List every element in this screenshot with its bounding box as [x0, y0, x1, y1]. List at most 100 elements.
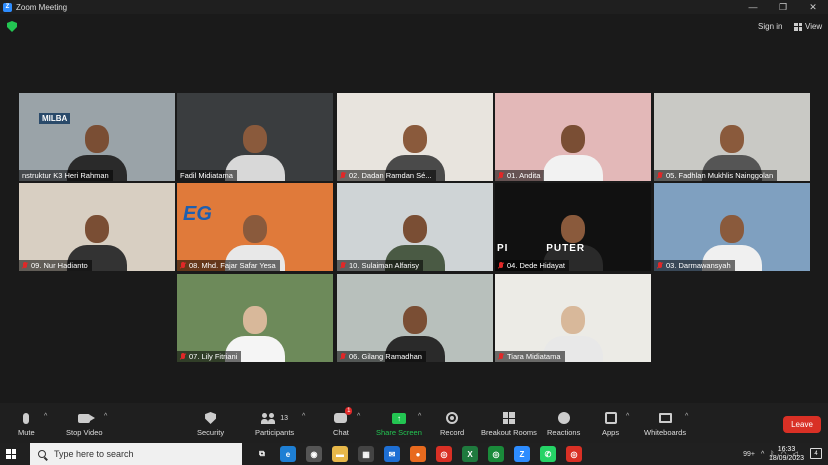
participant-video-tile[interactable]: EG 08. Mhd. Fajar Safar Yesa — [177, 183, 333, 271]
participant-video-tile[interactable]: Tiara Midiatama — [495, 274, 651, 362]
mic-muted-icon — [340, 262, 346, 269]
audio-options-caret[interactable]: ^ — [44, 413, 47, 420]
maximize-button[interactable]: ❐ — [768, 2, 798, 13]
participant-name: 10. Sulaiman Alfarisy — [349, 261, 420, 270]
mic-muted-icon — [340, 353, 346, 360]
apps-options-caret[interactable]: ^ — [626, 413, 629, 420]
taskbar-clock[interactable]: 16:33 18/09/2023 — [769, 445, 804, 463]
security-button[interactable]: Security — [197, 411, 224, 437]
clock-time: 16:33 — [777, 446, 796, 453]
participant-name: 06. Gilang Ramadhan — [349, 352, 422, 361]
meeting-toolbar: Mute ^ Stop Video ^ Security 13 Particip… — [0, 403, 828, 443]
encryption-shield-icon[interactable] — [7, 21, 17, 32]
participant-video-tile[interactable]: 10. Sulaiman Alfarisy — [337, 183, 493, 271]
mute-button[interactable]: Mute — [18, 411, 35, 437]
grid-view-icon — [794, 22, 802, 31]
record-icon — [446, 412, 459, 424]
mail-icon[interactable]: ✉ — [384, 446, 400, 462]
participant-video-tile[interactable]: 07. Lily Fitriani — [177, 274, 333, 362]
background-logo: MILBA — [39, 113, 71, 124]
zoom-icon[interactable]: Z — [514, 446, 530, 462]
windows-taskbar: Type here to search ⧉ e ◉ ▬ ▦ ✉ ● ◎ X ◎ Z ✆ ◎ 99+ ^ … — [0, 443, 828, 465]
clock-date: 18/09/2023 — [768, 455, 804, 462]
edge-icon[interactable]: e — [280, 446, 296, 462]
minimize-button[interactable]: — — [738, 2, 768, 12]
mic-muted-icon — [657, 172, 663, 179]
share-screen-label: Share Screen — [376, 428, 422, 437]
participant-nameplate: 10. Sulaiman Alfarisy — [337, 260, 424, 271]
participant-nameplate: 07. Lily Fitriani — [177, 351, 242, 362]
participant-nameplate: Fadil Midiatama — [177, 170, 237, 181]
reactions-label: Reactions — [547, 428, 581, 437]
participants-icon — [261, 412, 277, 424]
task-view-icon[interactable]: ⧉ — [254, 446, 270, 462]
smiley-icon — [557, 412, 570, 424]
view-button[interactable]: View — [794, 22, 822, 31]
participants-count: 13 — [280, 414, 288, 422]
firefox-icon[interactable]: ● — [410, 446, 426, 462]
chat-button[interactable]: 1 Chat — [333, 407, 353, 437]
share-screen-button[interactable]: ↑ Share Screen — [376, 411, 422, 437]
apps-icon — [604, 412, 617, 424]
participant-video-tile[interactable]: 01. Andita — [495, 93, 651, 181]
participant-video-tile[interactable]: PI PUTER 04. Dede Hidayat — [495, 183, 651, 271]
mute-label: Mute — [18, 428, 35, 437]
taskbar-search-box[interactable]: Type here to search — [30, 443, 242, 465]
search-placeholder: Type here to search — [54, 449, 134, 459]
close-button[interactable]: ✕ — [798, 2, 828, 13]
participants-button[interactable]: 13 Participants — [255, 411, 294, 437]
whiteboard-icon — [658, 413, 672, 423]
participant-video-tile[interactable]: MILBA nstruktur K3 Heri Rahman — [19, 93, 175, 181]
participant-video-tile[interactable]: 09. Nur Hadianto — [19, 183, 175, 271]
chrome-3-icon[interactable]: ◎ — [566, 446, 582, 462]
participant-name: 01. Andita — [507, 171, 541, 180]
reactions-button[interactable]: Reactions — [547, 411, 580, 437]
zoom-logo-icon: Z — [3, 2, 12, 12]
mic-muted-icon — [498, 353, 504, 360]
participant-name: 07. Lily Fitriani — [189, 352, 238, 361]
mic-muted-icon — [498, 172, 504, 179]
breakout-rooms-icon — [502, 412, 515, 424]
stop-video-button[interactable]: Stop Video — [66, 411, 103, 437]
participant-video-tile[interactable]: 06. Gilang Ramadhan — [337, 274, 493, 362]
mic-muted-icon — [180, 262, 186, 269]
tray-badge[interactable]: 99+ — [743, 451, 755, 458]
participant-nameplate: 01. Andita — [495, 170, 545, 181]
chrome-2-icon[interactable]: ◎ — [488, 446, 504, 462]
store-icon[interactable]: ▦ — [358, 446, 374, 462]
camera-icon[interactable]: ◉ — [306, 446, 322, 462]
mic-muted-icon — [180, 353, 186, 360]
participant-video-tile[interactable]: Fadil Midiatama — [177, 93, 333, 181]
participant-video-tile[interactable]: 02. Dadan Ramdan Sé... — [337, 93, 493, 181]
chat-options-caret[interactable]: ^ — [357, 413, 360, 420]
whiteboards-button[interactable]: Whiteboards — [644, 411, 686, 437]
leave-button[interactable]: Leave — [783, 416, 821, 433]
participant-video-tile[interactable]: 05. Fadhlan Mukhlis Nainggolan — [654, 93, 810, 181]
whatsapp-icon[interactable]: ✆ — [540, 446, 556, 462]
participant-name: Fadil Midiatama — [180, 171, 233, 180]
notification-center-icon[interactable]: 4 — [810, 448, 822, 459]
participant-name: 08. Mhd. Fajar Safar Yesa — [189, 261, 276, 270]
microphone-icon — [23, 412, 30, 424]
windows-start-icon[interactable] — [0, 443, 22, 465]
chrome-1-icon[interactable]: ◎ — [436, 446, 452, 462]
chat-badge: 1 — [345, 407, 353, 415]
sign-in-link[interactable]: Sign in — [758, 22, 782, 31]
apps-button[interactable]: Apps — [602, 411, 619, 437]
video-options-caret[interactable]: ^ — [104, 413, 107, 420]
whiteboards-options-caret[interactable]: ^ — [685, 413, 688, 420]
participant-nameplate: 09. Nur Hadianto — [19, 260, 92, 271]
breakout-rooms-button[interactable]: Breakout Rooms — [481, 411, 537, 437]
record-button[interactable]: Record — [440, 411, 464, 437]
share-options-caret[interactable]: ^ — [418, 413, 421, 420]
search-icon — [38, 450, 46, 458]
participant-video-tile[interactable]: 03. Darmawansyah — [654, 183, 810, 271]
breakout-rooms-label: Breakout Rooms — [481, 428, 537, 437]
file-explorer-icon[interactable]: ▬ — [332, 446, 348, 462]
participant-nameplate: 02. Dadan Ramdan Sé... — [337, 170, 436, 181]
participants-options-caret[interactable]: ^ — [302, 413, 305, 420]
chevron-up-icon[interactable]: ^ — [761, 451, 764, 458]
video-camera-icon — [78, 413, 96, 423]
excel-icon[interactable]: X — [462, 446, 478, 462]
participants-label: Participants — [255, 428, 295, 437]
